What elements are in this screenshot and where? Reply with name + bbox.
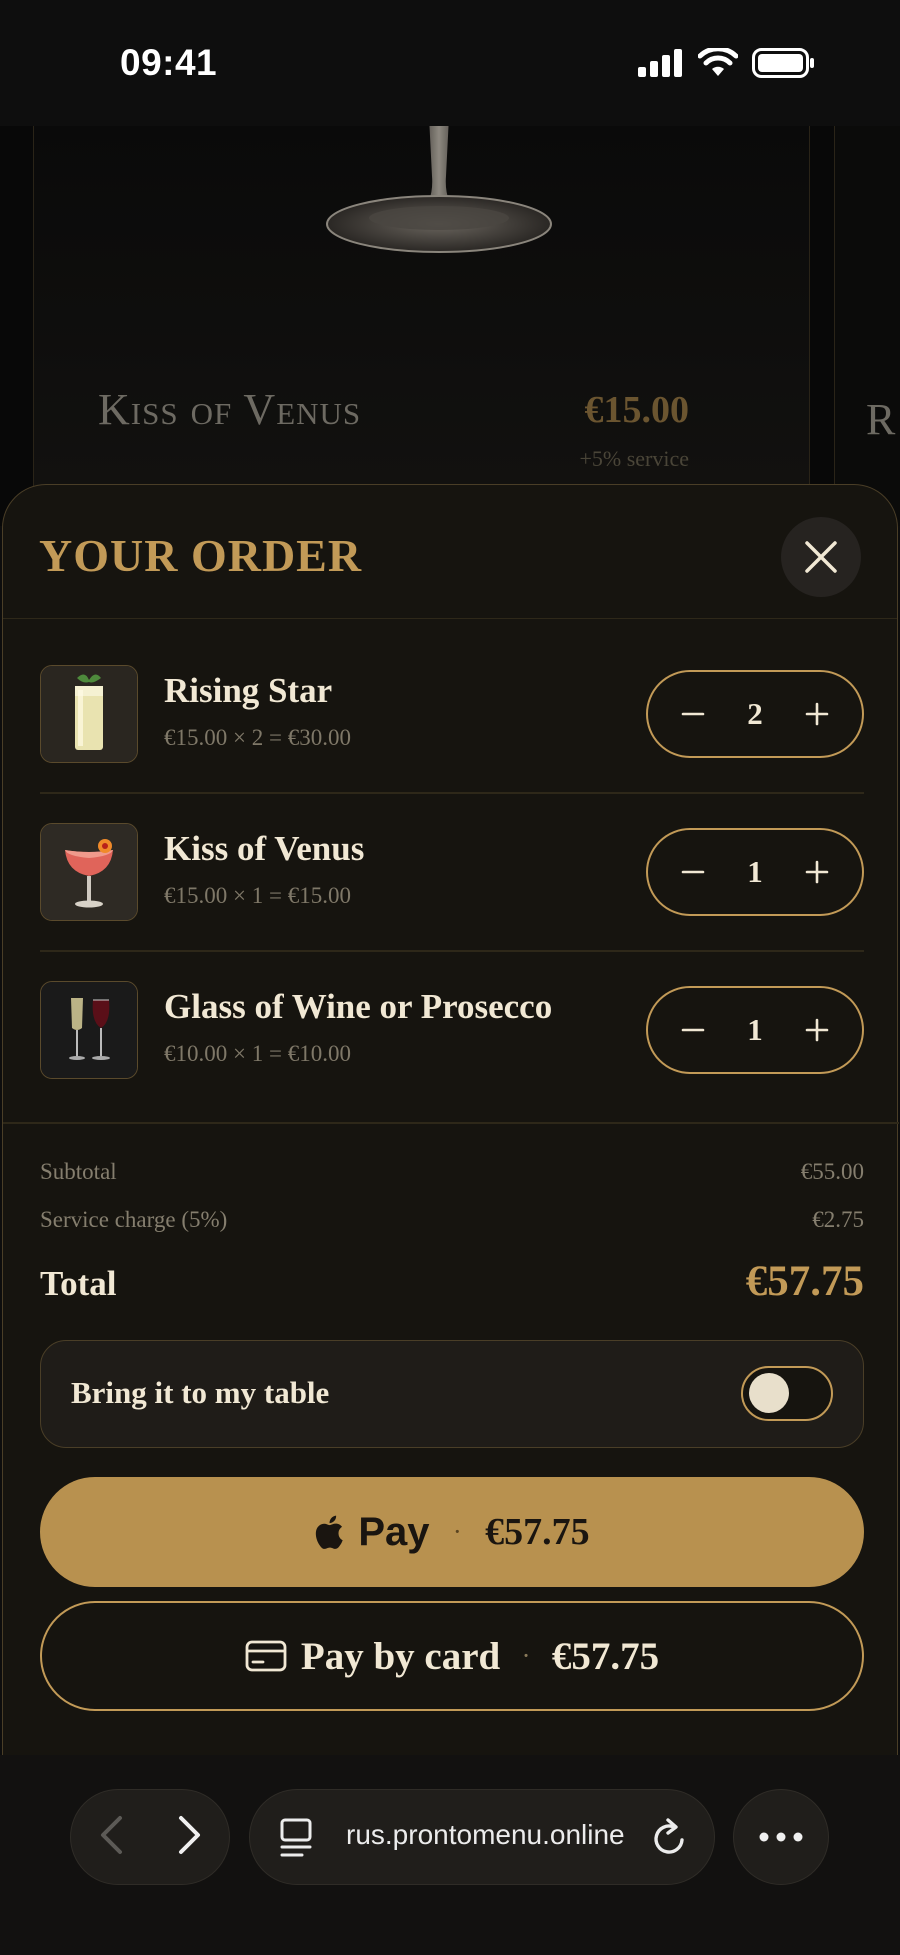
totals-divider bbox=[3, 1122, 899, 1124]
total-value: €57.75 bbox=[745, 1258, 864, 1305]
separator-dot: · bbox=[453, 1518, 462, 1546]
item-price-calc: €15.00 × 1 = €15.00 bbox=[164, 883, 351, 908]
decrease-button[interactable] bbox=[678, 857, 708, 887]
cocktail-highball-icon bbox=[41, 666, 137, 762]
close-button[interactable] bbox=[781, 517, 861, 597]
apple-icon bbox=[316, 1515, 344, 1549]
minus-icon bbox=[681, 1028, 705, 1032]
browser-toolbar: rus.prontomenu.online bbox=[0, 1755, 900, 1955]
cocktail-coupe-icon bbox=[41, 824, 137, 920]
wifi-icon bbox=[698, 48, 738, 76]
item-price-calc: €15.00 × 2 = €30.00 bbox=[164, 725, 351, 750]
more-options-button[interactable] bbox=[733, 1789, 829, 1885]
item-price-calc: €10.00 × 1 = €10.00 bbox=[164, 1041, 351, 1066]
quantity-value: 1 bbox=[747, 854, 763, 889]
menu-item-service-note: +5% service bbox=[579, 446, 689, 471]
total-row: Total €57.75 bbox=[40, 1257, 864, 1306]
decrease-button[interactable] bbox=[678, 1015, 708, 1045]
service-charge-value: €2.75 bbox=[812, 1207, 864, 1232]
menu-item-title: Kiss of Venus bbox=[98, 385, 362, 434]
plus-icon bbox=[805, 702, 829, 726]
total-label: Total bbox=[40, 1264, 117, 1303]
table-service-toggle[interactable] bbox=[741, 1366, 833, 1421]
item-name: Kiss of Venus bbox=[164, 829, 365, 868]
item-name: Rising Star bbox=[164, 671, 333, 710]
menu-background: Kiss of Venus €15.00 +5% service R bbox=[0, 126, 900, 526]
next-menu-item-card[interactable] bbox=[834, 126, 900, 526]
table-service-option[interactable]: Bring it to my table bbox=[40, 1340, 864, 1448]
apple-pay-label: Pay bbox=[358, 1509, 430, 1554]
page-menu-icon[interactable] bbox=[280, 1818, 314, 1858]
subtotal-value: €55.00 bbox=[800, 1159, 864, 1184]
subtotal-label: Subtotal bbox=[40, 1159, 117, 1184]
pay-by-card-amount: €57.75 bbox=[551, 1634, 660, 1678]
coupe-glass-image bbox=[326, 126, 552, 253]
separator-dot: · bbox=[522, 1642, 530, 1670]
order-item: Kiss of Venus €15.00 × 1 = €15.00 1 bbox=[40, 823, 864, 981]
quantity-stepper: 2 bbox=[646, 670, 864, 758]
order-sheet-header: YOUR ORDER bbox=[3, 485, 897, 619]
back-button[interactable] bbox=[98, 1815, 124, 1859]
order-item: Rising Star €15.00 × 2 = €30.00 2 bbox=[40, 665, 864, 823]
navigation-controls bbox=[70, 1789, 230, 1885]
order-item: Glass of Wine or Prosecco €10.00 × 1 = €… bbox=[40, 981, 864, 1139]
signal-icon bbox=[638, 49, 682, 77]
battery-icon bbox=[752, 48, 814, 78]
quantity-value: 2 bbox=[747, 696, 763, 731]
plus-icon bbox=[805, 1018, 829, 1042]
quantity-stepper: 1 bbox=[646, 986, 864, 1074]
chevron-left-icon bbox=[100, 1816, 122, 1854]
menu-item-card[interactable]: Kiss of Venus €15.00 +5% service bbox=[33, 126, 810, 526]
decrease-button[interactable] bbox=[678, 699, 708, 729]
menu-item-price: €15.00 bbox=[584, 389, 690, 431]
item-divider bbox=[40, 950, 864, 952]
item-name: Glass of Wine or Prosecco bbox=[164, 987, 553, 1026]
status-bar: 09:41 bbox=[0, 0, 900, 126]
table-service-label: Bring it to my table bbox=[71, 1375, 330, 1410]
url-text: rus.prontomenu.online bbox=[346, 1819, 625, 1850]
apple-pay-amount: €57.75 bbox=[485, 1511, 590, 1553]
item-thumbnail bbox=[40, 823, 138, 921]
minus-icon bbox=[681, 870, 705, 874]
chevron-right-icon bbox=[178, 1816, 200, 1854]
more-icon bbox=[759, 1832, 803, 1842]
next-menu-item-title: R bbox=[866, 395, 896, 444]
service-charge-label: Service charge (5%) bbox=[40, 1207, 228, 1232]
status-time: 09:41 bbox=[120, 42, 218, 83]
increase-button[interactable] bbox=[802, 857, 832, 887]
item-divider bbox=[40, 792, 864, 794]
pay-by-card-label: Pay by card bbox=[300, 1634, 501, 1678]
credit-card-icon bbox=[245, 1640, 287, 1672]
increase-button[interactable] bbox=[802, 699, 832, 729]
item-thumbnail bbox=[40, 981, 138, 1079]
order-sheet: YOUR ORDER Rising Star €15.00 × 2 = €30.… bbox=[2, 484, 899, 1784]
service-charge-row: Service charge (5%) €2.75 bbox=[40, 1207, 864, 1233]
forward-button[interactable] bbox=[177, 1815, 203, 1859]
wine-glasses-icon bbox=[41, 982, 137, 1078]
plus-icon bbox=[805, 860, 829, 884]
quantity-value: 1 bbox=[747, 1012, 763, 1047]
reload-icon[interactable] bbox=[650, 1816, 688, 1858]
order-title: YOUR ORDER bbox=[39, 530, 363, 581]
address-bar[interactable]: rus.prontomenu.online bbox=[249, 1789, 715, 1885]
item-thumbnail bbox=[40, 665, 138, 763]
status-icons bbox=[638, 48, 816, 78]
pay-by-card-button[interactable]: Pay by card · €57.75 bbox=[40, 1601, 864, 1711]
apple-pay-button[interactable]: Pay · €57.75 bbox=[40, 1477, 864, 1587]
toggle-knob bbox=[749, 1373, 789, 1413]
subtotal-row: Subtotal €55.00 bbox=[40, 1159, 864, 1185]
close-icon bbox=[805, 541, 837, 573]
increase-button[interactable] bbox=[802, 1015, 832, 1045]
quantity-stepper: 1 bbox=[646, 828, 864, 916]
minus-icon bbox=[681, 712, 705, 716]
